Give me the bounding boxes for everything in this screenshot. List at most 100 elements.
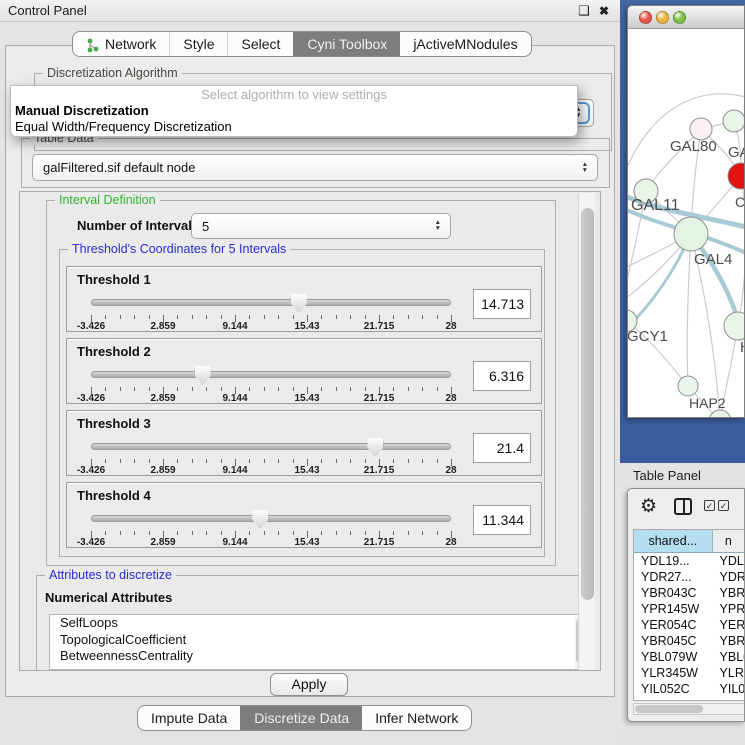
slider-tick (206, 315, 207, 319)
threshold-value-field[interactable]: 14.713 (473, 289, 531, 319)
network-canvas[interactable]: GAL80GACGAL11GAL4GCY1HHAP2 (628, 29, 744, 418)
slider-tick (249, 531, 250, 535)
gear-icon[interactable]: ⚙ (640, 495, 657, 518)
attributes-group: Attributes to discretize Numerical Attri… (36, 575, 588, 671)
tab-cyni-toolbox[interactable]: Cyni Toolbox (293, 32, 400, 56)
attribute-list-item[interactable]: TopologicalCoefficient (50, 632, 590, 649)
network-node[interactable] (690, 118, 712, 140)
slider-track[interactable] (91, 515, 451, 522)
network-node[interactable] (723, 110, 745, 132)
network-icon (86, 37, 99, 52)
table-panel-window: ⚙ ✓ ✓ shared...n YDL19...YDL1YDR27...YDR… (627, 488, 745, 722)
threshold-value-field[interactable]: 6.316 (473, 361, 531, 391)
table-cell: YDR2 (713, 569, 745, 585)
table-row[interactable]: YIL052CYIL0 (634, 681, 745, 697)
tab-label: jActiveMNodules (413, 33, 517, 56)
slider-tick (365, 531, 366, 535)
slider-tick (278, 459, 279, 463)
slider-thumb[interactable] (291, 294, 307, 313)
apply-button[interactable]: Apply (270, 673, 348, 696)
table-row[interactable]: YLR345WYLR3 (634, 665, 745, 681)
number-of-intervals-combobox[interactable]: 5 ▲▼ (191, 213, 451, 239)
algorithm-option[interactable]: Manual Discretization (11, 103, 577, 119)
threshold-value-field[interactable]: 11.344 (473, 505, 531, 535)
settings-scrollbar[interactable] (578, 193, 595, 670)
minimize-traffic-button[interactable] (656, 11, 669, 24)
float-window-icon[interactable]: ❑ (576, 3, 592, 19)
slider-tick (149, 387, 150, 391)
slider-tick (408, 315, 409, 319)
slider-track[interactable] (91, 371, 451, 378)
tab-select[interactable]: Select (227, 32, 293, 56)
table-row[interactable]: YBR043CYBR0 (634, 585, 745, 601)
number-of-intervals-label: Number of Intervals (77, 218, 199, 233)
threshold-panel: Threshold 4-3.4262.8599.14415.4321.71528… (66, 482, 542, 548)
slider-tick (336, 315, 337, 319)
slider-tick (177, 387, 178, 391)
table-row[interactable]: YER054CYER0 (634, 617, 745, 633)
table-cell: YBR043C (634, 585, 713, 601)
network-node-label: H (740, 339, 745, 356)
slider-thumb[interactable] (367, 438, 383, 457)
table-cell: YDL1 (713, 553, 745, 569)
threshold-slider[interactable]: -3.4262.8599.14415.4321.71528 (85, 363, 457, 403)
slider-tick-label: 15.43 (294, 393, 319, 404)
slider-track[interactable] (91, 443, 451, 450)
table-data-combobox[interactable]: galFiltered.sif default node ▲▼ (32, 154, 598, 181)
threshold-slider[interactable]: -3.4262.8599.14415.4321.71528 (85, 291, 457, 331)
table-hscrollbar-thumb[interactable] (635, 705, 703, 713)
attribute-list-item[interactable]: SelfLoops (50, 615, 590, 632)
tab-jactivemnodules[interactable]: jActiveMNodules (400, 32, 530, 56)
settings-scrollbar-thumb[interactable] (581, 208, 594, 600)
control-panel-titlebar: Control Panel ❑ ✖ (0, 0, 620, 22)
threshold-slider[interactable]: -3.4262.8599.14415.4321.71528 (85, 435, 457, 475)
table-cell: YBR0 (713, 633, 745, 649)
slider-thumb[interactable] (195, 366, 211, 385)
slider-tick (249, 315, 250, 319)
slider-track[interactable] (91, 299, 451, 306)
network-node[interactable] (728, 163, 745, 189)
network-node[interactable] (709, 410, 731, 418)
slider-tick (278, 387, 279, 391)
network-node-label: GAL80 (670, 138, 717, 155)
slider-tick (437, 459, 438, 463)
zoom-traffic-button[interactable] (673, 11, 686, 24)
attribute-list-item[interactable]: BetweennessCentrality (50, 648, 590, 665)
tab-label: Discretize Data (254, 707, 349, 730)
table-row[interactable]: YBR045CYBR0 (634, 633, 745, 649)
tab-style[interactable]: Style (169, 32, 227, 56)
slider-tick (149, 315, 150, 319)
column-layout-icon[interactable] (674, 498, 692, 515)
checkbox-icon[interactable]: ✓ (718, 500, 729, 511)
column-header[interactable]: shared... (634, 530, 713, 552)
table-row[interactable]: YDL19...YDL1 (634, 553, 745, 569)
slider-tick (192, 531, 193, 535)
network-node[interactable] (678, 376, 698, 396)
threshold-label: Threshold 3 (77, 416, 151, 431)
network-node[interactable] (674, 217, 708, 251)
threshold-slider[interactable]: -3.4262.8599.14415.4321.71528 (85, 507, 457, 547)
tab-network[interactable]: Network (73, 32, 169, 56)
table-cell: YBL079W (634, 649, 713, 665)
table-row[interactable]: YPR145WYPR1 (634, 601, 745, 617)
checkbox-icon[interactable]: ✓ (704, 500, 715, 511)
slider-tick (105, 531, 106, 535)
table-row[interactable]: YBL079WYBL0 (634, 649, 745, 665)
column-header[interactable]: n (713, 530, 745, 552)
numerical-attributes-list[interactable]: SelfLoopsTopologicalCoefficientBetweenne… (49, 614, 591, 670)
algorithm-option[interactable]: Equal Width/Frequency Discretization (11, 119, 577, 135)
network-graph: GAL80GACGAL11GAL4GCY1HHAP2 (628, 29, 745, 418)
tab-discretize-data[interactable]: Discretize Data (240, 706, 362, 730)
network-node[interactable] (724, 312, 745, 340)
slider-tick-label: 15.43 (294, 537, 319, 548)
table-row[interactable]: YDR27...YDR2 (634, 569, 745, 585)
close-icon[interactable]: ✖ (596, 3, 612, 19)
slider-thumb[interactable] (252, 510, 268, 529)
tab-impute-data[interactable]: Impute Data (138, 706, 240, 730)
table-hscrollbar[interactable] (633, 703, 745, 715)
slider-tick (221, 459, 222, 463)
tab-label: Network (105, 33, 156, 56)
tab-infer-network[interactable]: Infer Network (362, 706, 471, 730)
close-traffic-button[interactable] (639, 11, 652, 24)
threshold-value-field[interactable]: 21.4 (473, 433, 531, 463)
